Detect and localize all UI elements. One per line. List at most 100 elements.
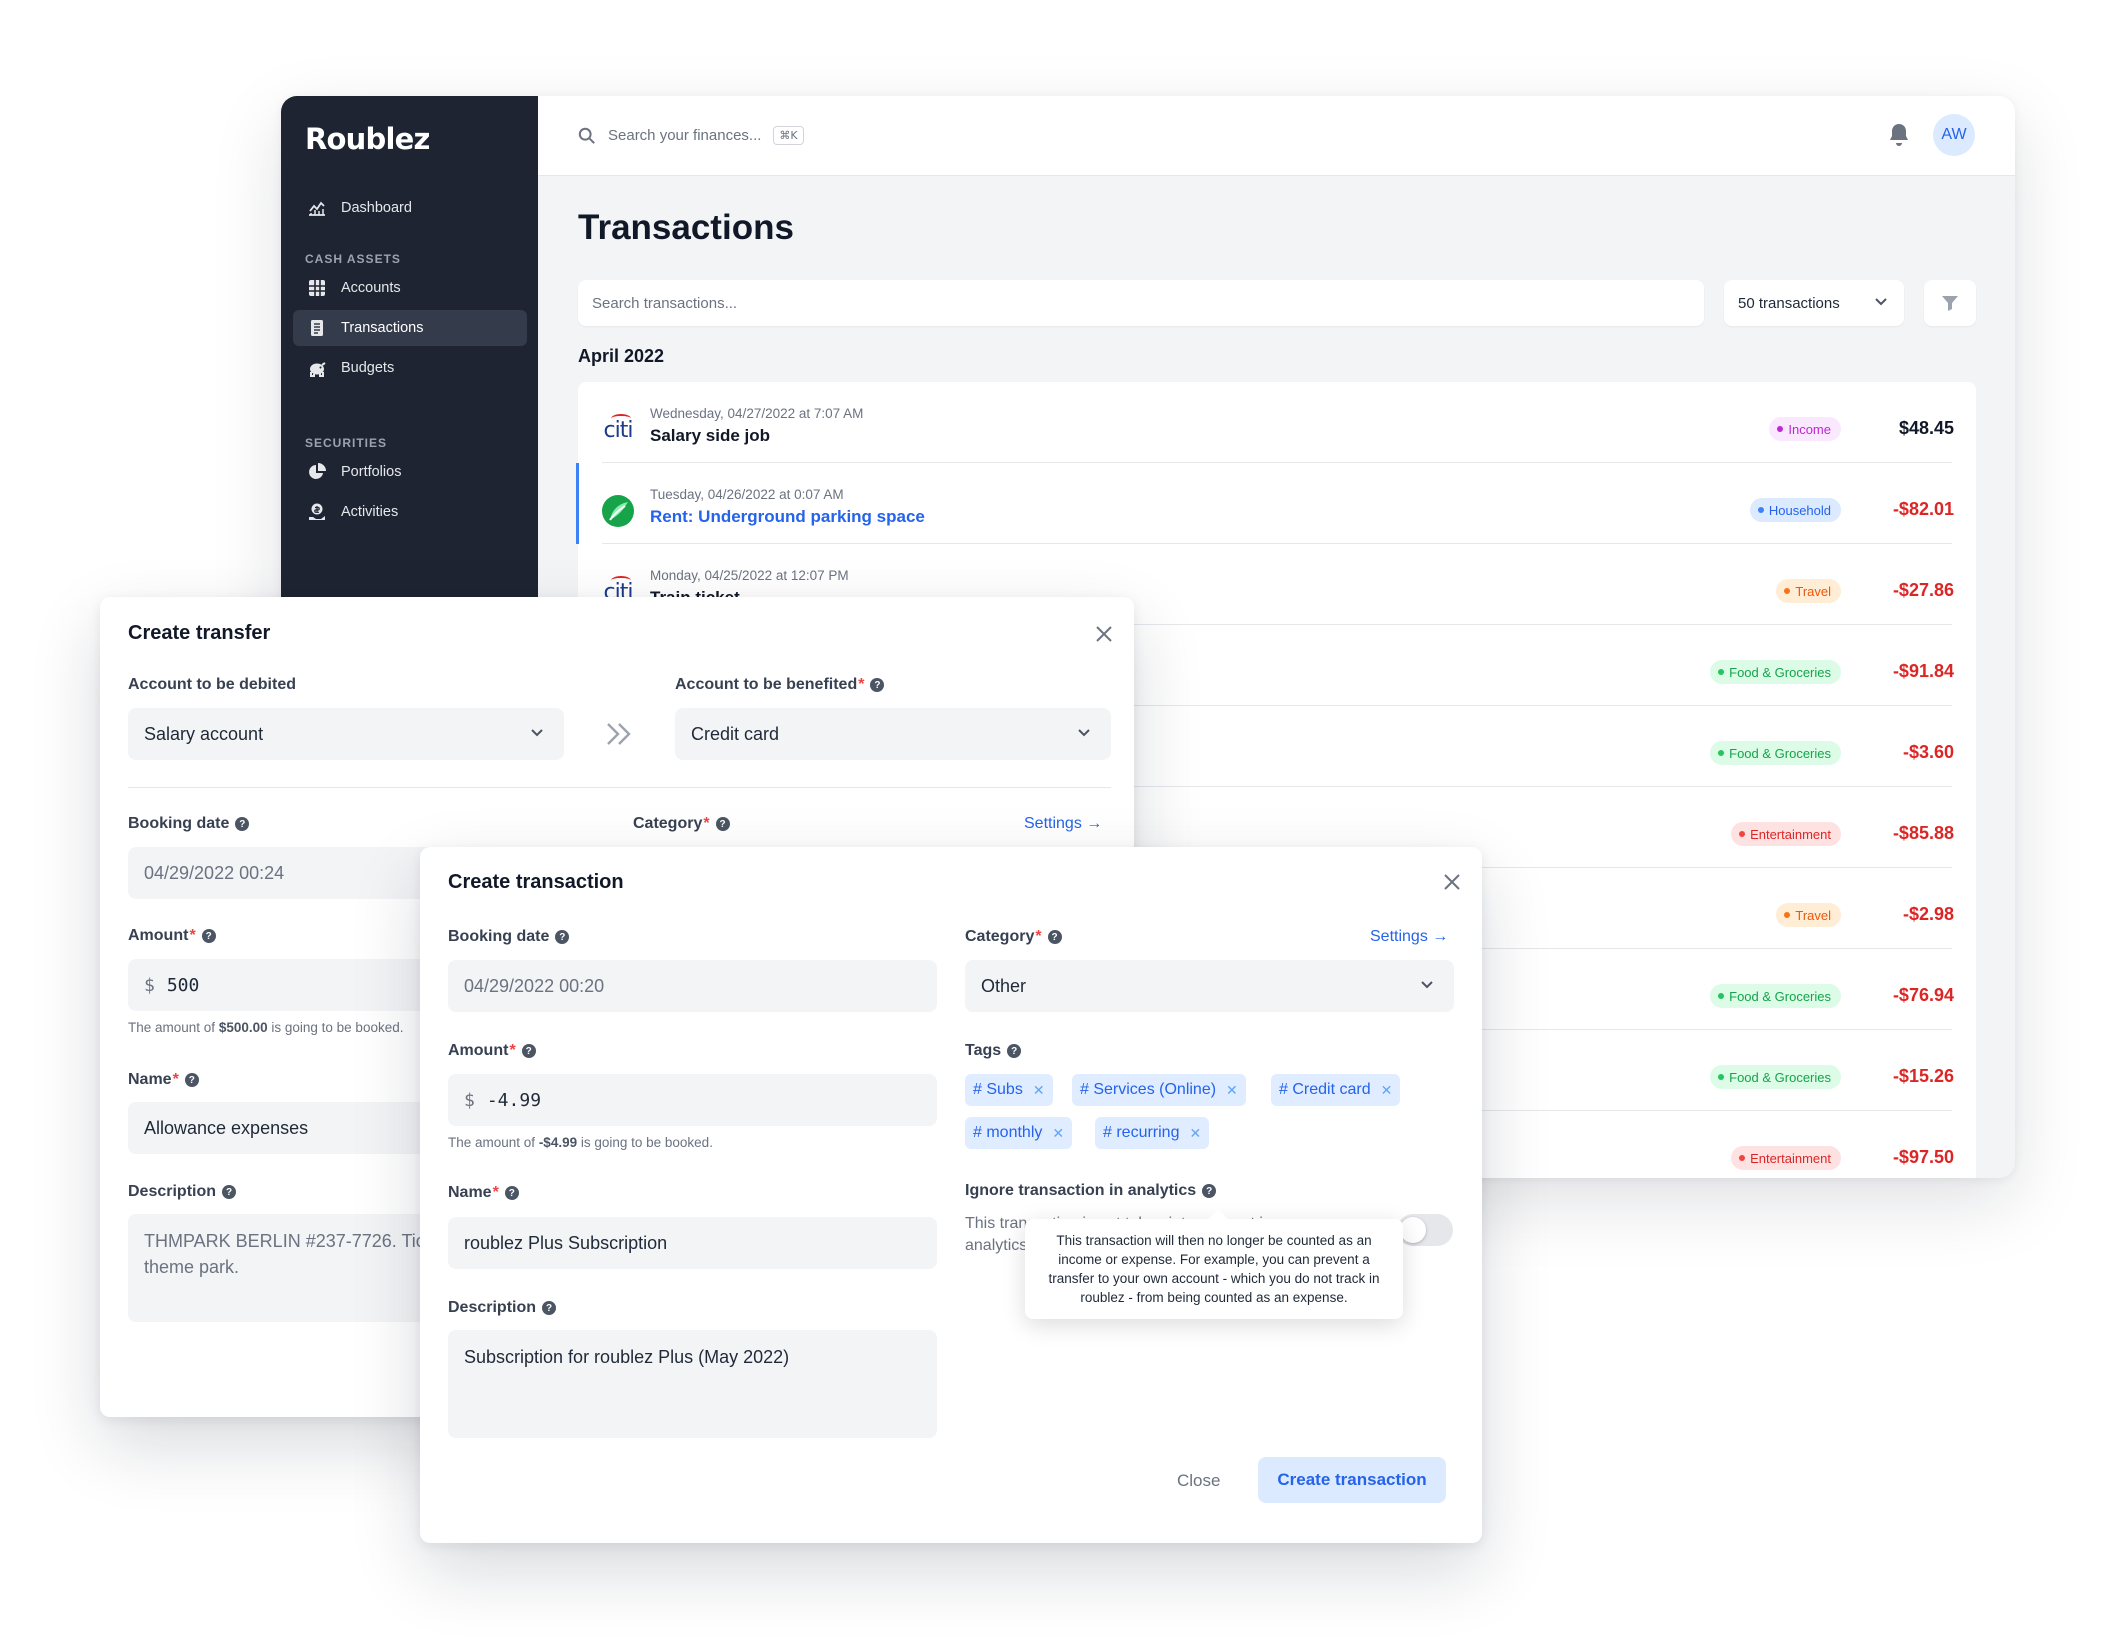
benefit-account-select[interactable]: Credit card <box>675 708 1111 760</box>
remove-tag-icon[interactable]: ✕ <box>1189 1125 1201 1142</box>
category-badge: Food & Groceries <box>1710 741 1841 765</box>
double-chevron-right-icon <box>607 723 631 745</box>
bank-logo <box>600 493 636 529</box>
help-icon: ? <box>1047 930 1062 944</box>
amount-value: -4.99 <box>486 1089 542 1111</box>
leaf-logo-icon <box>602 495 634 527</box>
help-icon: ? <box>1202 1184 1217 1198</box>
category-label: Category *? <box>633 815 730 833</box>
transaction-search-input[interactable]: Search transactions... <box>578 280 1704 326</box>
ignore-analytics-label: Ignore transaction in analytics? <box>965 1182 1217 1200</box>
avatar[interactable]: AW <box>1933 114 1975 156</box>
debit-account-value: Salary account <box>144 723 264 744</box>
tag-label: # Services (Online) <box>1080 1081 1217 1098</box>
sidebar-item-budgets[interactable]: Budgets <box>293 350 527 386</box>
amount-value: 500 <box>166 974 200 996</box>
tag-chip[interactable]: # monthly ✕ <box>965 1117 1073 1149</box>
remove-tag-icon[interactable]: ✕ <box>1033 1082 1045 1099</box>
transaction-row[interactable]: Tuesday, 04/26/2022 at 0:07 AM Rent: Unde… <box>576 463 1976 544</box>
remove-tag-icon[interactable]: ✕ <box>1226 1082 1238 1099</box>
transaction-amount: -$91.84 <box>1892 661 1954 681</box>
global-search-placeholder: Search your finances... <box>608 127 762 144</box>
remove-tag-icon[interactable]: ✕ <box>1381 1082 1393 1099</box>
page-title: Transactions <box>578 208 794 247</box>
bank-logo: citi <box>600 412 636 448</box>
bell-icon[interactable] <box>1887 122 1911 153</box>
description-textarea[interactable]: Subscription for roublez Plus (May 2022) <box>448 1330 937 1438</box>
amount-label: Amount *? <box>128 927 216 945</box>
sidebar-item-label: Portfolios <box>341 464 402 480</box>
top-bar: Search your finances... ⌘K AW <box>538 96 2015 176</box>
category-select[interactable]: Other <box>965 960 1454 1012</box>
category-label: Category *? <box>965 928 1062 946</box>
currency-prefix: $ <box>464 1089 475 1111</box>
sidebar-item-portfolios[interactable]: Portfolios <box>293 454 527 490</box>
debit-account-select[interactable]: Salary account <box>128 708 564 760</box>
toggle-knob <box>1400 1217 1426 1243</box>
badge-dot <box>1739 831 1746 837</box>
global-search[interactable]: Search your finances... ⌘K <box>578 126 804 145</box>
search-icon <box>578 127 595 144</box>
selected-indicator <box>576 463 579 544</box>
badge-dot <box>1739 1155 1746 1161</box>
settings-link[interactable]: Settings → <box>1370 928 1448 946</box>
close-icon[interactable] <box>1094 624 1114 644</box>
brand-logo[interactable]: Roublez <box>305 122 430 156</box>
tag-chip[interactable]: # Subs ✕ <box>965 1074 1053 1106</box>
transaction-date: Wednesday, 04/27/2022 at 7:07 AM <box>650 406 864 421</box>
amount-hint: The amount of $500.00 is going to be boo… <box>128 1020 404 1035</box>
remove-tag-icon[interactable]: ✕ <box>1052 1125 1064 1142</box>
close-button[interactable]: Close <box>1177 1471 1220 1491</box>
transaction-row[interactable]: citi Wednesday, 04/27/2022 at 7:07 AM Sala… <box>578 382 1976 463</box>
document-list-icon <box>311 320 323 336</box>
category-label: Food & Groceries <box>1729 664 1831 680</box>
name-label: Name *? <box>448 1184 519 1202</box>
chevron-down-icon <box>1421 981 1433 989</box>
category-label: Travel <box>1795 907 1831 923</box>
tag-chip[interactable]: # recurring ✕ <box>1095 1117 1210 1149</box>
amount-input[interactable]: $ -4.99 <box>448 1074 937 1126</box>
sidebar-item-activities[interactable]: Activities <box>293 494 527 530</box>
settings-link[interactable]: Settings → <box>1024 815 1102 833</box>
transaction-amount: -$15.26 <box>1892 1066 1954 1086</box>
close-icon[interactable] <box>1442 872 1462 892</box>
benefit-account-value: Credit card <box>691 723 780 744</box>
sidebar-item-transactions[interactable]: Transactions <box>293 310 527 346</box>
sidebar-item-accounts[interactable]: Accounts <box>293 270 527 306</box>
tag-label: # Credit card <box>1279 1081 1371 1098</box>
chart-line-icon <box>309 201 325 216</box>
badge-dot <box>1784 588 1791 594</box>
category-label: Income <box>1788 421 1831 437</box>
divider <box>128 787 1111 788</box>
tag-chip[interactable]: # Services (Online) ✕ <box>1072 1074 1246 1106</box>
filter-button[interactable] <box>1924 280 1976 326</box>
category-badge: Entertainment <box>1731 822 1841 846</box>
create-transaction-button[interactable]: Create transaction <box>1258 1457 1446 1503</box>
ignore-analytics-toggle[interactable] <box>1397 1214 1453 1246</box>
sidebar-item-label: Transactions <box>341 320 424 336</box>
citi-logo-icon: citi <box>603 413 633 443</box>
transaction-count-select[interactable]: 50 transactions <box>1724 280 1904 326</box>
chevron-down-icon <box>1875 298 1887 306</box>
booking-date-label: Booking date? <box>448 928 570 946</box>
sidebar-item-dashboard[interactable]: Dashboard <box>293 190 527 226</box>
help-icon: ? <box>870 678 885 692</box>
transaction-amount: -$85.88 <box>1892 823 1954 843</box>
tag-chip[interactable]: # Credit card ✕ <box>1271 1074 1401 1106</box>
category-label: Entertainment <box>1750 1150 1831 1166</box>
month-heading: April 2022 <box>578 346 665 366</box>
name-input[interactable]: roublez Plus Subscription <box>448 1217 937 1269</box>
benefit-account-label: Account to be benefited *? <box>675 676 885 694</box>
category-label: Household <box>1768 502 1831 518</box>
badge-dot <box>1757 507 1764 513</box>
nav-section-cash-assets: CASH ASSETS <box>305 252 401 266</box>
nav-section-securities: SECURITIES <box>305 436 388 450</box>
coin-hand-icon <box>309 503 325 520</box>
category-badge: Food & Groceries <box>1710 660 1841 684</box>
booking-date-input[interactable]: 04/29/2022 00:20 <box>448 960 937 1012</box>
transaction-name: Rent: Underground parking space <box>650 507 925 526</box>
analytics-tooltip: This transaction will then no longer be … <box>1025 1219 1403 1319</box>
badge-dot <box>1718 993 1725 999</box>
pie-chart-icon <box>309 463 326 479</box>
dialog-title: Create transaction <box>448 871 624 893</box>
